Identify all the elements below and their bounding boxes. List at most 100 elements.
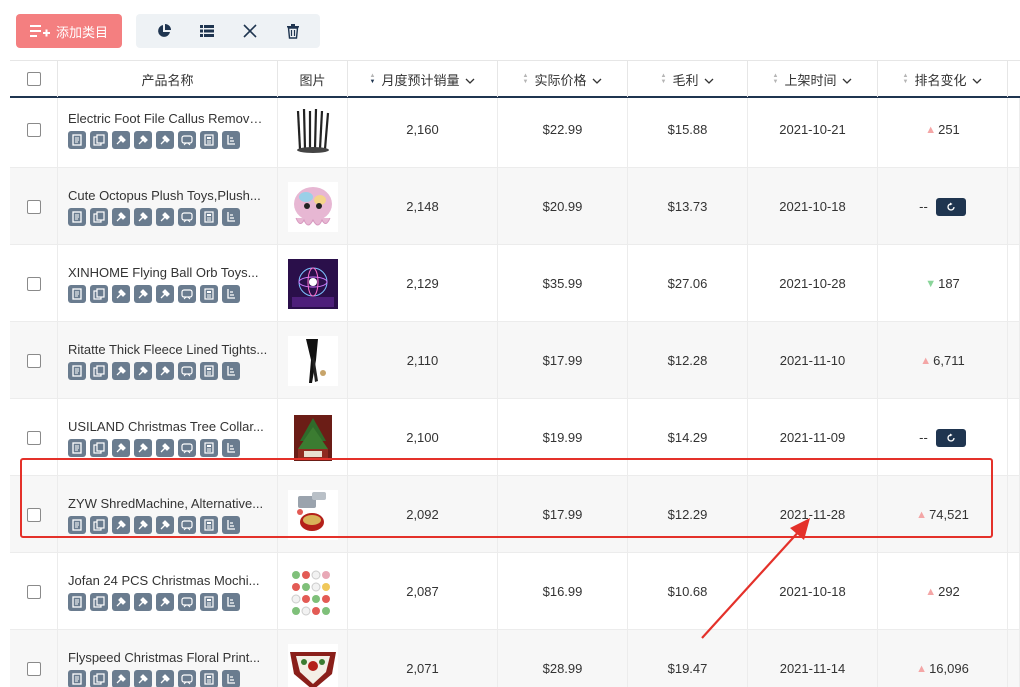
document-icon[interactable] [200, 669, 218, 687]
tool-icon-3[interactable] [156, 361, 174, 380]
table-row[interactable]: Ritatte Thick Fleece Lined Tights... 2,1… [10, 322, 1020, 399]
product-title[interactable]: ZYW ShredMachine, Alternative... [68, 496, 268, 511]
detail-icon[interactable] [68, 284, 86, 303]
document-icon[interactable] [200, 284, 218, 303]
chat-icon[interactable] [178, 130, 196, 149]
row-checkbox[interactable] [26, 661, 41, 676]
close-icon[interactable] [238, 19, 262, 43]
product-image[interactable] [287, 489, 338, 540]
chart-icon[interactable] [222, 284, 240, 303]
chevron-down-icon[interactable] [465, 74, 475, 84]
chat-icon[interactable] [178, 207, 196, 226]
select-all-checkbox[interactable] [26, 72, 41, 86]
copy-icon[interactable] [90, 207, 108, 226]
tool-icon-3[interactable] [156, 592, 174, 611]
tool-icon-1[interactable] [112, 669, 130, 687]
product-title[interactable]: Flyspeed Christmas Floral Print... [68, 650, 268, 665]
chevron-down-icon[interactable] [842, 74, 852, 84]
table-row[interactable]: USILAND Christmas Tree Collar... 2,100 $… [10, 399, 1020, 476]
sort-icon[interactable]: ▲ ▼ [661, 73, 667, 85]
product-image[interactable] [287, 643, 338, 687]
tool-icon-2[interactable] [134, 361, 152, 380]
detail-icon[interactable] [68, 438, 86, 457]
tool-icon-1[interactable] [112, 207, 130, 226]
trash-icon[interactable] [281, 19, 305, 43]
document-icon[interactable] [200, 130, 218, 149]
product-image[interactable] [287, 412, 338, 463]
document-icon[interactable] [200, 207, 218, 226]
row-checkbox[interactable] [26, 430, 41, 445]
chart-icon[interactable] [222, 130, 240, 149]
chevron-down-icon[interactable] [972, 74, 982, 84]
chart-icon[interactable] [222, 361, 240, 380]
add-category-button[interactable]: 添加类目 [16, 14, 122, 48]
copy-icon[interactable] [90, 515, 108, 534]
tool-icon-1[interactable] [112, 438, 130, 457]
chart-icon[interactable] [222, 669, 240, 687]
chart-icon[interactable] [222, 515, 240, 534]
product-title[interactable]: USILAND Christmas Tree Collar... [68, 419, 268, 434]
table-row[interactable]: Flyspeed Christmas Floral Print... 2,071… [10, 630, 1020, 687]
document-icon[interactable] [200, 438, 218, 457]
tool-icon-3[interactable] [156, 130, 174, 149]
detail-icon[interactable] [68, 130, 86, 149]
sort-icon[interactable]: ▲ ▼ [523, 73, 529, 85]
tool-icon-3[interactable] [156, 515, 174, 534]
row-checkbox[interactable] [26, 276, 41, 291]
tool-icon-1[interactable] [112, 515, 130, 534]
tool-icon-2[interactable] [134, 592, 152, 611]
table-row[interactable]: XINHOME Flying Ball Orb Toys... 2,129 $3… [10, 245, 1020, 322]
detail-icon[interactable] [68, 207, 86, 226]
sort-icon[interactable]: ▲ ▼ [903, 73, 909, 85]
chat-icon[interactable] [178, 284, 196, 303]
table-row[interactable]: Cute Octopus Plush Toys,Plush... 2,148 $… [10, 168, 1020, 245]
chat-icon[interactable] [178, 361, 196, 380]
table-row[interactable]: Jofan 24 PCS Christmas Mochi... 2,087 $1… [10, 553, 1020, 630]
table-row[interactable]: Electric Foot File Callus Remover... 2,1… [10, 91, 1020, 168]
detail-icon[interactable] [68, 669, 86, 687]
copy-icon[interactable] [90, 130, 108, 149]
copy-icon[interactable] [90, 669, 108, 687]
tool-icon-2[interactable] [134, 438, 152, 457]
table-row[interactable]: ZYW ShredMachine, Alternative... 2,092 $… [10, 476, 1020, 553]
detail-icon[interactable] [68, 361, 86, 380]
document-icon[interactable] [200, 515, 218, 534]
chart-icon[interactable] [222, 592, 240, 611]
product-image[interactable] [287, 335, 338, 386]
tool-icon-1[interactable] [112, 130, 130, 149]
chart-icon[interactable] [222, 438, 240, 457]
tool-icon-2[interactable] [134, 284, 152, 303]
chat-icon[interactable] [178, 592, 196, 611]
chat-icon[interactable] [178, 669, 196, 687]
copy-icon[interactable] [90, 284, 108, 303]
header-gross-profit[interactable]: ▲ ▼ 毛利 [628, 61, 748, 97]
row-checkbox[interactable] [26, 507, 41, 522]
detail-icon[interactable] [68, 515, 86, 534]
product-title[interactable]: XINHOME Flying Ball Orb Toys... [68, 265, 268, 280]
chat-icon[interactable] [178, 515, 196, 534]
copy-icon[interactable] [90, 592, 108, 611]
header-listed-date[interactable]: ▲ ▼ 上架时间 [748, 61, 878, 97]
tool-icon-1[interactable] [112, 361, 130, 380]
header-price[interactable]: ▲ ▼ 实际价格 [498, 61, 628, 97]
product-title[interactable]: Ritatte Thick Fleece Lined Tights... [68, 342, 268, 357]
tool-icon-3[interactable] [156, 669, 174, 687]
chart-icon[interactable] [222, 207, 240, 226]
chevron-down-icon[interactable] [704, 74, 714, 84]
tool-icon-1[interactable] [112, 592, 130, 611]
header-rank-change[interactable]: ▲ ▼ 排名变化 [878, 61, 1008, 97]
product-title[interactable]: Jofan 24 PCS Christmas Mochi... [68, 573, 268, 588]
refresh-button[interactable] [935, 428, 966, 447]
document-icon[interactable] [200, 361, 218, 380]
product-image[interactable] [287, 181, 338, 232]
tool-icon-2[interactable] [134, 130, 152, 149]
chevron-down-icon[interactable] [592, 74, 602, 84]
tool-icon-2[interactable] [134, 207, 152, 226]
tool-icon-3[interactable] [156, 284, 174, 303]
document-icon[interactable] [200, 592, 218, 611]
row-checkbox[interactable] [26, 199, 41, 214]
tool-icon-3[interactable] [156, 438, 174, 457]
pie-chart-icon[interactable] [152, 19, 176, 43]
row-checkbox[interactable] [26, 353, 41, 368]
list-icon[interactable] [195, 19, 219, 43]
